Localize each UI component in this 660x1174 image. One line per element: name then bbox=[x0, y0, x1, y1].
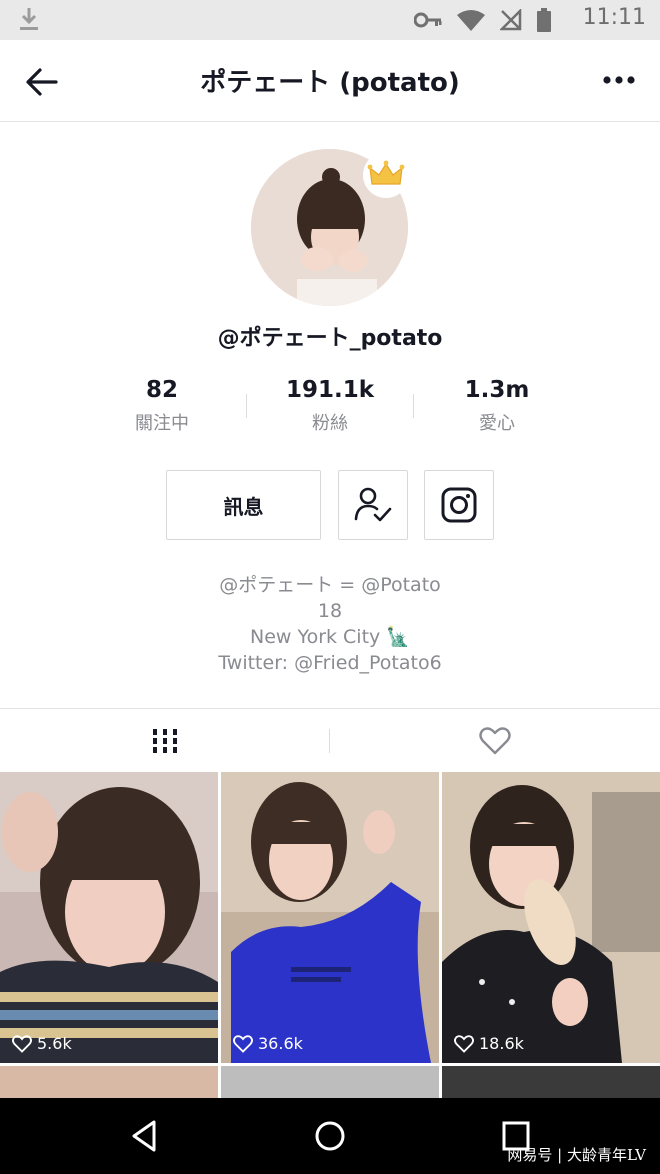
bio-line: Twitter: @Fried_Potato6 bbox=[218, 652, 442, 674]
stat-likes[interactable]: 1.3m 愛心 bbox=[417, 377, 577, 435]
status-bar: 11:11 bbox=[0, 0, 660, 40]
likes-count: 36.6k bbox=[258, 1034, 303, 1053]
stat-divider bbox=[246, 394, 247, 418]
instagram-icon bbox=[441, 487, 477, 523]
more-options-icon[interactable] bbox=[602, 68, 636, 92]
crown-icon bbox=[367, 160, 405, 185]
nav-home-icon[interactable] bbox=[308, 1114, 352, 1158]
followers-label: 粉絲 bbox=[312, 413, 348, 434]
likes-label: 愛心 bbox=[479, 413, 515, 434]
video-likes: 36.6k bbox=[233, 1034, 303, 1053]
tab-liked[interactable] bbox=[330, 709, 660, 773]
bio-line: @ポテェート = @Potato bbox=[219, 574, 441, 596]
video-thumbnail[interactable] bbox=[221, 1066, 439, 1098]
page-title: ポテェート (potato) bbox=[200, 68, 460, 98]
video-grid: 5.6k 36.6k 18.6k bbox=[0, 772, 660, 1098]
following-status-button[interactable] bbox=[338, 470, 408, 540]
tab-videos[interactable] bbox=[0, 709, 330, 773]
following-label: 關注中 bbox=[135, 413, 189, 434]
likes-count: 5.6k bbox=[37, 1034, 72, 1053]
instagram-button[interactable] bbox=[424, 470, 494, 540]
likes-count: 1.3m bbox=[464, 377, 530, 403]
video-likes: 5.6k bbox=[12, 1034, 72, 1053]
stat-divider bbox=[413, 394, 414, 418]
video-likes: 18.6k bbox=[454, 1034, 524, 1053]
heart-outline-icon bbox=[479, 727, 511, 755]
following-count: 82 bbox=[145, 377, 178, 403]
grid-icon bbox=[153, 729, 177, 753]
stat-followers[interactable]: 191.1k 粉絲 bbox=[250, 377, 410, 435]
watermark: 网易号 | 大龄青年LV bbox=[507, 1146, 646, 1164]
video-preview bbox=[0, 772, 218, 1063]
crown-badge bbox=[363, 152, 409, 198]
video-thumbnail[interactable] bbox=[442, 1066, 660, 1098]
message-button[interactable]: 訊息 bbox=[166, 470, 321, 540]
key-icon bbox=[414, 12, 442, 28]
download-icon bbox=[20, 8, 38, 30]
nav-back-icon[interactable] bbox=[122, 1114, 166, 1158]
profile-header: ポテェート (potato) bbox=[0, 40, 660, 122]
video-thumbnail[interactable] bbox=[0, 1066, 218, 1098]
clock: 11:11 bbox=[582, 5, 646, 30]
battery-icon bbox=[537, 8, 551, 32]
heart-icon bbox=[454, 1034, 474, 1053]
followers-count: 191.1k bbox=[285, 377, 375, 403]
bio: @ポテェート = @Potato 18 New York City 🗽 Twit… bbox=[0, 572, 660, 676]
heart-icon bbox=[12, 1034, 32, 1053]
wifi-icon bbox=[457, 10, 485, 31]
stat-following[interactable]: 82 關注中 bbox=[82, 377, 242, 435]
user-check-icon bbox=[354, 487, 392, 522]
heart-icon bbox=[233, 1034, 253, 1053]
video-thumbnail[interactable]: 5.6k bbox=[0, 772, 218, 1063]
video-preview bbox=[442, 772, 660, 1063]
video-thumbnail[interactable]: 18.6k bbox=[442, 772, 660, 1063]
video-thumbnail[interactable]: 36.6k bbox=[221, 772, 439, 1063]
video-preview bbox=[221, 772, 439, 1063]
profile-tabs bbox=[0, 708, 660, 772]
bio-line: New York City 🗽 bbox=[250, 626, 410, 648]
likes-count: 18.6k bbox=[479, 1034, 524, 1053]
no-signal-icon bbox=[500, 9, 522, 31]
username: @ポテェート_potato bbox=[217, 326, 443, 351]
bio-line: 18 bbox=[317, 600, 343, 622]
